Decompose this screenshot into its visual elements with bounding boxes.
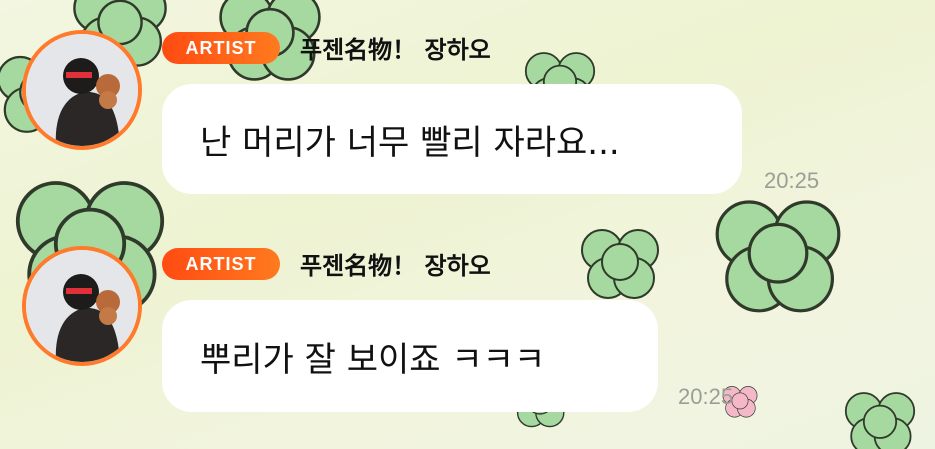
- clover-icon: [844, 392, 916, 449]
- message-bubble[interactable]: 난 머리가 너무 빨리 자라요...: [162, 84, 742, 194]
- clover-icon: [715, 200, 841, 313]
- avatar-photo-icon: [26, 34, 138, 146]
- message-timestamp: 20:25: [764, 168, 820, 193]
- artist-badge: ARTIST: [162, 248, 280, 280]
- message-timestamp: 20:25: [678, 384, 734, 409]
- avatar[interactable]: [22, 246, 142, 366]
- avatar[interactable]: [22, 30, 142, 150]
- clover-icon: [581, 229, 659, 299]
- sender-name: 푸젠名物！ 장하오: [300, 36, 491, 64]
- avatar-photo-icon: [26, 250, 138, 362]
- message-bubble[interactable]: 뿌리가 잘 보이죠 ㅋㅋㅋ: [162, 300, 658, 412]
- sender-name: 푸젠名物！ 장하오: [300, 252, 491, 280]
- artist-badge: ARTIST: [162, 32, 280, 64]
